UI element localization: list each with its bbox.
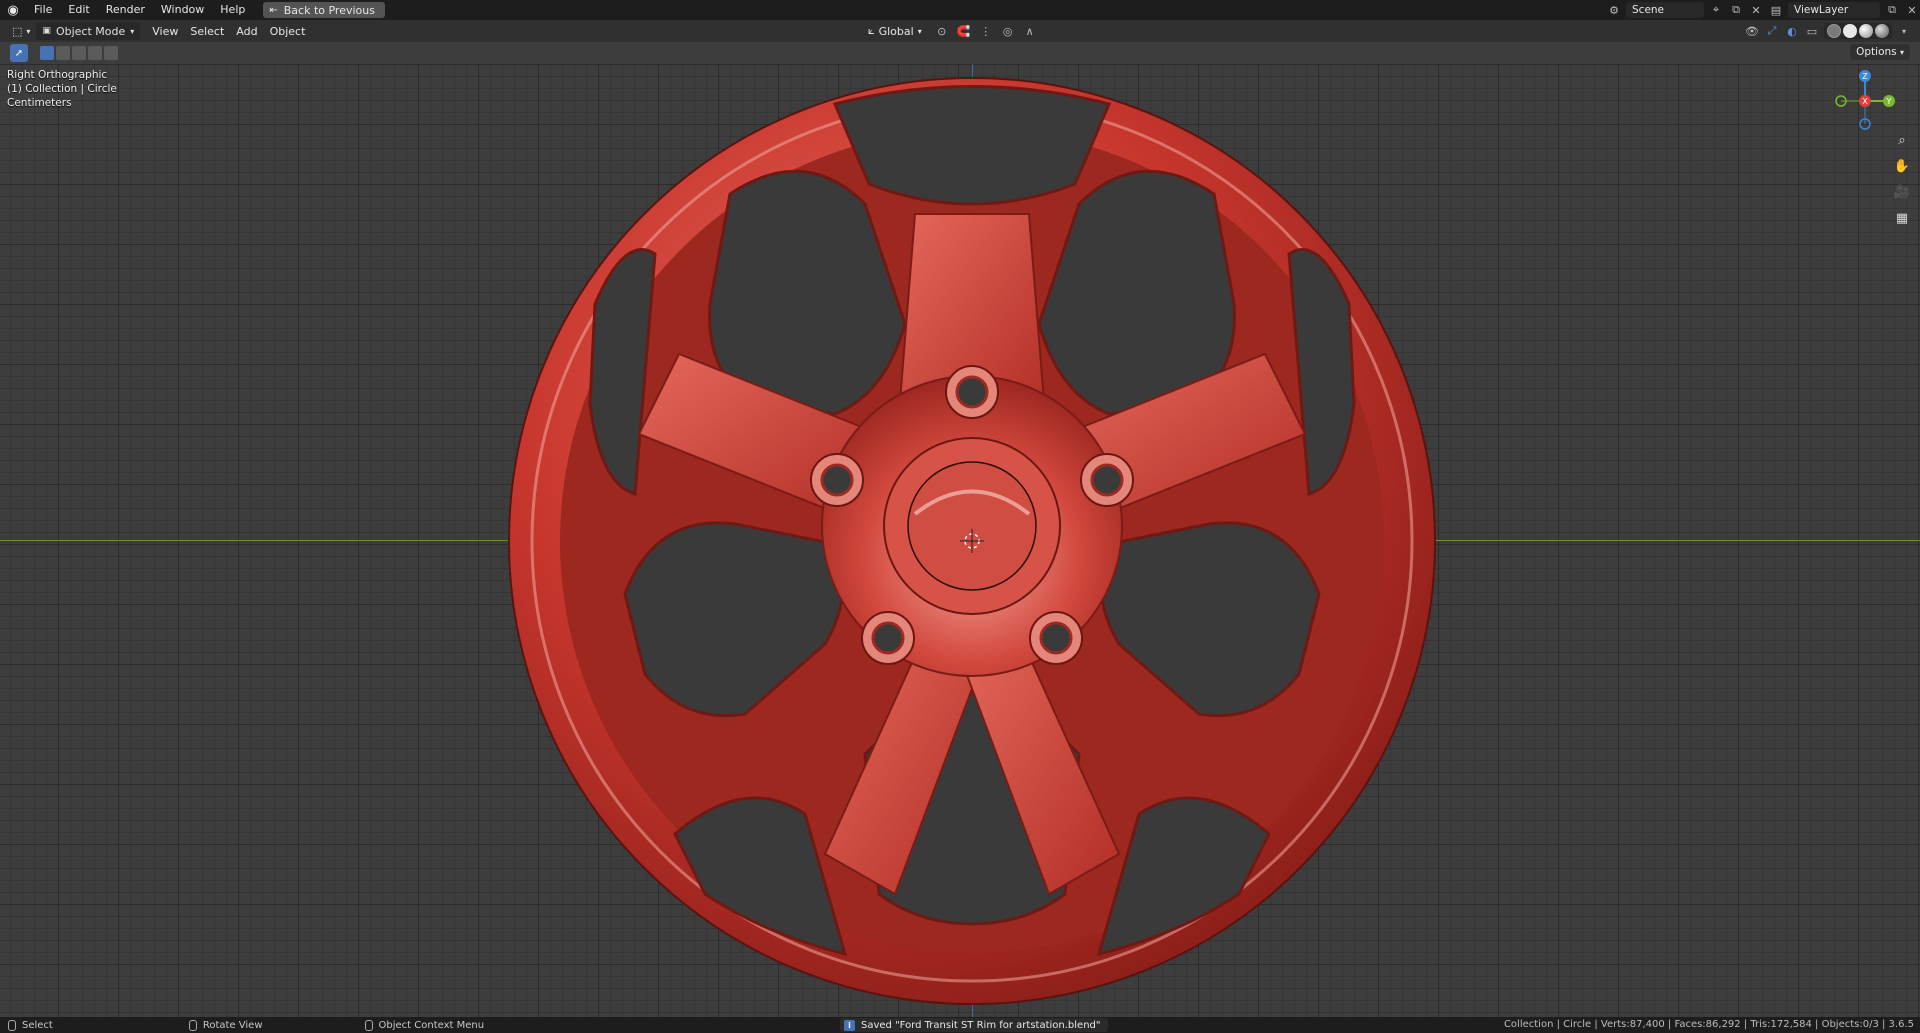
options-label: Options xyxy=(1856,46,1897,58)
view-layer-field[interactable]: ViewLayer xyxy=(1788,2,1880,18)
scene-statistics: Collection | Circle | Verts:87,400 | Fac… xyxy=(1503,1019,1914,1030)
chevron-down-icon: ▾ xyxy=(130,26,135,36)
menu-help[interactable]: Help xyxy=(212,0,253,20)
shading-mode-group xyxy=(1824,23,1892,39)
wheel-rim-model[interactable] xyxy=(505,74,1445,1014)
pan-hand-icon[interactable]: ✋ xyxy=(1892,156,1912,176)
select-extend-icon[interactable] xyxy=(56,46,70,60)
scene-name: Scene xyxy=(1632,4,1665,16)
navigation-gizmo[interactable]: Z Y X xyxy=(1832,68,1898,134)
menu-window[interactable]: Window xyxy=(153,0,212,20)
mouse-right-icon xyxy=(364,1019,373,1031)
menu-add[interactable]: Add xyxy=(230,22,263,40)
new-view-layer-icon[interactable]: ⧉ xyxy=(1884,2,1900,18)
saved-message: Saved "Ford Transit ST Rim for artstatio… xyxy=(861,1019,1101,1031)
shading-options-chevron-icon[interactable]: ▾ xyxy=(1896,23,1912,39)
proportional-edit-icon[interactable]: ◎ xyxy=(1000,23,1016,39)
view-layer-name: ViewLayer xyxy=(1794,4,1849,16)
close-scene-icon[interactable]: ✕ xyxy=(1748,2,1764,18)
status-rotate-hint: Rotate View xyxy=(188,1019,263,1031)
view-name: Right Orthographic xyxy=(7,69,108,81)
solid-shading-icon[interactable] xyxy=(1843,24,1857,38)
transform-controls: ⟀ Global ▾ ⊙ 🧲 ⋮ ◎ ∧ xyxy=(862,22,1038,40)
scene-selector-group: ⚙ Scene ⌖ ⧉ ✕ ▤ ViewLayer ⧉ ✕ xyxy=(1606,0,1920,20)
perspective-toggle-icon[interactable]: ▦ xyxy=(1892,208,1912,228)
selection-mode-group xyxy=(40,46,118,60)
menu-render[interactable]: Render xyxy=(98,0,153,20)
zoom-icon[interactable]: ⌕ xyxy=(1892,130,1912,150)
orientation-label: Global xyxy=(878,24,914,38)
object-mode-icon: ▣ xyxy=(42,26,51,36)
mouse-middle-icon xyxy=(188,1019,197,1031)
options-dropdown[interactable]: Options ▾ xyxy=(1850,44,1910,60)
gizmo-z-label: Z xyxy=(1862,72,1868,81)
wireframe-shading-icon[interactable] xyxy=(1827,24,1841,38)
orientation-icon: ⟀ xyxy=(868,24,875,37)
select-intersect-icon[interactable] xyxy=(104,46,118,60)
top-menu-bar: ◉ File Edit Render Window Help ⇤ Back to… xyxy=(0,0,1920,20)
falloff-icon[interactable]: ∧ xyxy=(1022,23,1038,39)
back-to-previous-button[interactable]: ⇤ Back to Previous xyxy=(263,2,385,18)
mouse-left-icon xyxy=(8,1019,16,1031)
scene-field[interactable]: Scene xyxy=(1626,2,1704,18)
menu-view[interactable]: View xyxy=(146,22,184,40)
new-scene-icon[interactable]: ⧉ xyxy=(1728,2,1744,18)
3d-viewport[interactable]: Right Orthographic (1) Collection | Circ… xyxy=(0,64,1920,1017)
view-layer-icon[interactable]: ▤ xyxy=(1768,2,1784,18)
mode-dropdown[interactable]: ▣ Object Mode ▾ xyxy=(36,22,141,40)
blender-logo-icon[interactable]: ◉ xyxy=(0,0,26,20)
info-icon: i xyxy=(844,1019,855,1031)
saved-report[interactable]: i Saved "Ford Transit ST Rim for artstat… xyxy=(840,1018,1109,1032)
status-rotate-label: Rotate View xyxy=(202,1019,263,1031)
unit-info: Centimeters xyxy=(7,97,72,109)
material-shading-icon[interactable] xyxy=(1859,24,1873,38)
chevron-down-icon: ▾ xyxy=(26,26,31,36)
viewport-info-overlay: Right Orthographic (1) Collection | Circ… xyxy=(7,68,117,110)
collection-info: (1) Collection | Circle xyxy=(7,83,117,95)
rendered-shading-icon[interactable] xyxy=(1875,24,1889,38)
overlay-toggle-icon[interactable]: ◐ xyxy=(1784,23,1800,39)
select-subtract-icon[interactable] xyxy=(72,46,86,60)
xray-icon[interactable]: ▭ xyxy=(1804,23,1820,39)
close-view-layer-icon[interactable]: ✕ xyxy=(1904,2,1920,18)
chevron-down-icon: ▾ xyxy=(1899,48,1904,57)
snap-icon[interactable]: 🧲 xyxy=(956,23,972,39)
select-invert-icon[interactable] xyxy=(88,46,102,60)
select-new-icon[interactable] xyxy=(40,46,54,60)
visibility-icon[interactable]: 👁 xyxy=(1744,23,1760,39)
status-select-label: Select xyxy=(22,1019,53,1031)
center-cap xyxy=(907,461,1037,591)
chevron-down-icon: ▾ xyxy=(917,26,922,36)
pin-icon[interactable]: ⌖ xyxy=(1708,2,1724,18)
status-context-label: Object Context Menu xyxy=(378,1019,485,1031)
back-to-previous-label: Back to Previous xyxy=(283,3,375,17)
viewport-display-controls: 👁 ⤢ ◐ ▭ ▾ xyxy=(1744,22,1912,40)
menu-file[interactable]: File xyxy=(26,0,60,20)
camera-view-icon[interactable]: 🎥 xyxy=(1892,182,1912,202)
editor-type-icon: ⬚ xyxy=(12,24,23,38)
scene-icon[interactable]: ⚙ xyxy=(1606,2,1622,18)
back-icon: ⇤ xyxy=(269,4,278,16)
tool-settings-row: ➚ xyxy=(0,42,1920,64)
gizmo-toggle-icon[interactable]: ⤢ xyxy=(1764,23,1780,39)
gizmo-y-label: Y xyxy=(1886,97,1892,106)
status-context-hint: Object Context Menu xyxy=(364,1019,485,1031)
transform-orientation-dropdown[interactable]: ⟀ Global ▾ xyxy=(862,22,928,40)
status-select-hint: Select xyxy=(8,1019,53,1031)
gizmo-x-label: X xyxy=(1862,97,1868,106)
mode-label: Object Mode xyxy=(55,24,126,38)
navigation-controls: ⌕ ✋ 🎥 ▦ xyxy=(1892,130,1912,228)
menu-select[interactable]: Select xyxy=(184,22,230,40)
select-box-tool-icon[interactable]: ➚ xyxy=(10,44,28,62)
pivot-icon[interactable]: ⊙ xyxy=(934,23,950,39)
snap-target-icon[interactable]: ⋮ xyxy=(978,23,994,39)
editor-type-button[interactable]: ⬚ ▾ xyxy=(6,22,36,40)
menu-object[interactable]: Object xyxy=(264,22,312,40)
menu-edit[interactable]: Edit xyxy=(60,0,97,20)
